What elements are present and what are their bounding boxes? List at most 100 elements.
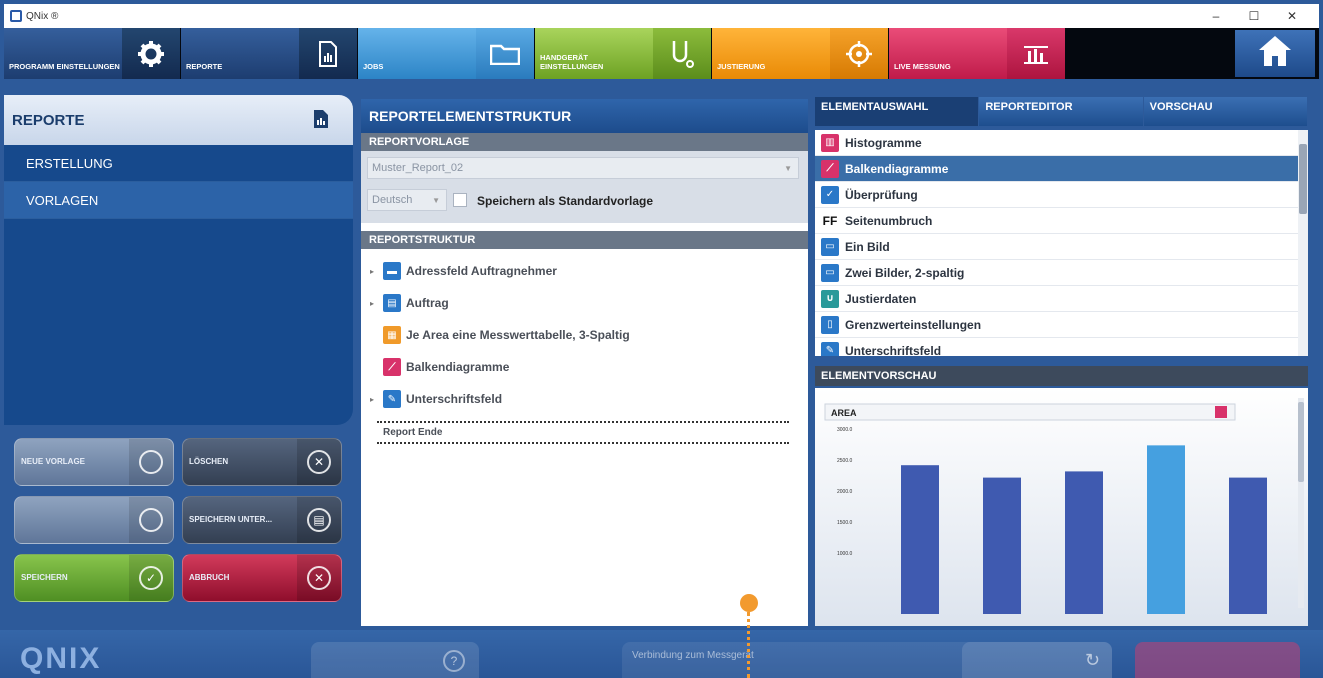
help-button[interactable]: ? [311, 642, 479, 678]
tree-item[interactable]: ▸ ▬ Adressfeld Auftragnehmer [361, 255, 808, 287]
refresh-icon: ↻ [1084, 650, 1100, 670]
circle-icon [139, 508, 163, 532]
list-item-histogramme[interactable]: ▥ Histogramme [815, 130, 1308, 156]
y-tick-label: 2000.0 [837, 489, 853, 495]
bar [1229, 477, 1267, 614]
tab-vorschau[interactable]: VORSCHAU [1143, 97, 1307, 126]
nav-tile-programm-einstellungen[interactable]: PROGRAMM EINSTELLUNGEN [4, 28, 180, 79]
folder-icon [476, 28, 534, 79]
list-item-label: Unterschriftsfeld [845, 343, 942, 357]
tree-item[interactable]: ⟋ Balkendiagramme [361, 351, 808, 383]
element-preview: AREA 3000.0 2500.0 2000.0 1500.0 1000.0 [815, 388, 1308, 626]
list-item-label: Histogramme [845, 135, 922, 150]
chevron-down-icon: ▼ [784, 163, 792, 173]
bar-chart-icon [1007, 28, 1065, 79]
tree-item[interactable]: ▸ ✎ Unterschriftsfeld [361, 383, 808, 415]
maximize-button[interactable]: ☐ [1235, 9, 1273, 23]
list-item-balkendiagramme[interactable]: ⟋ Balkendiagramme [815, 156, 1308, 182]
report-structure-panel: REPORTELEMENTSTRUKTUR REPORTVORLAGE Must… [361, 99, 808, 626]
preview-scrollbar[interactable] [1298, 398, 1304, 608]
element-list-scrollbar[interactable] [1298, 130, 1308, 356]
y-tick-label: 3000.0 [837, 427, 853, 433]
list-item-ueberpruefung[interactable]: ✓ Überprüfung [815, 182, 1308, 208]
histogram-icon: ▥ [821, 133, 839, 152]
close-button[interactable]: ✕ [1273, 9, 1311, 23]
list-item-grenzwerteinstellungen[interactable]: ▯ Grenzwerteinstellungen [815, 312, 1308, 338]
home-icon [1257, 34, 1293, 73]
loeschen-button[interactable]: LÖSCHEN ✕ [182, 438, 342, 486]
nav-tile-jobs[interactable]: JOBS [358, 28, 534, 79]
sidebar-item-vorlagen[interactable]: VORLAGEN [4, 182, 353, 219]
tree-item-label: Unterschriftsfeld [406, 392, 503, 406]
blank-button[interactable] [14, 496, 174, 544]
speichern-unter-button[interactable]: SPEICHERN UNTER... ▤ [182, 496, 342, 544]
nav-tile-label: JUSTIERUNG [717, 62, 766, 71]
list-item-label: Ein Bild [845, 239, 890, 254]
list-item-justierdaten[interactable]: ∪ Justierdaten [815, 286, 1308, 312]
template-select[interactable]: Muster_Report_02 ▼ [367, 157, 799, 179]
bar-chart: AREA 3000.0 2500.0 2000.0 1500.0 1000.0 [824, 403, 1267, 614]
disconnect-button[interactable] [1135, 642, 1300, 678]
tab-reporteditor[interactable]: REPORTEDITOR [979, 97, 1143, 126]
neue-vorlage-button[interactable]: NEUE VORLAGE [14, 438, 174, 486]
app-logo-icon [10, 10, 22, 22]
probe-icon: ∪ [821, 289, 839, 308]
qnix-logo: QNIX [20, 642, 102, 675]
button-label [15, 497, 129, 543]
report-document-icon [313, 109, 329, 133]
y-tick-label: 2500.0 [837, 458, 853, 464]
section-header-reportvorlage: REPORTVORLAGE [361, 133, 808, 151]
measurement-table-icon: ▦ [383, 326, 401, 344]
list-item-seitenumbruch[interactable]: FF Seitenumbruch [815, 208, 1308, 234]
tab-elementauswahl[interactable]: ELEMENTAUSWAHL [815, 97, 979, 126]
sidebar-item-erstellung[interactable]: ERSTELLUNG [4, 145, 353, 182]
report-document-icon [299, 28, 357, 79]
right-tabs: ELEMENTAUSWAHL REPORTEDITOR VORSCHAU [815, 97, 1308, 126]
speichern-button[interactable]: SPEICHERN ✓ [14, 554, 174, 602]
minimize-button[interactable]: – [1197, 9, 1235, 23]
tree-item-label: Je Area eine Messwerttabelle, 3-Spaltig [406, 328, 630, 342]
panel-title: REPORTELEMENTSTRUKTUR [361, 99, 808, 133]
language-select[interactable]: Deutsch ▼ [367, 189, 447, 211]
orange-marker-dot [740, 594, 758, 612]
circle-icon [139, 450, 163, 474]
tree-item[interactable]: ▸ ▤ Auftrag [361, 287, 808, 319]
divider [377, 442, 789, 444]
delete-x-icon: ✕ [307, 450, 331, 474]
refresh-connection-button[interactable]: ↻ [962, 642, 1112, 678]
list-item-unterschriftsfeld[interactable]: ✎ Unterschriftsfeld [815, 338, 1308, 356]
tree-item[interactable]: ▦ Je Area eine Messwerttabelle, 3-Spalti… [361, 319, 808, 351]
check-icon: ✓ [821, 185, 839, 204]
list-item-label: Zwei Bilder, 2-spaltig [845, 265, 965, 280]
cancel-x-icon: ✕ [307, 566, 331, 590]
left-panel-header: REPORTE [4, 95, 353, 145]
expand-arrow-icon[interactable]: ▸ [365, 395, 379, 404]
nav-tile-live-messung[interactable]: LIVE MESSUNG [889, 28, 1065, 79]
list-item-ein-bild[interactable]: ▭ Ein Bild [815, 234, 1308, 260]
list-item-zwei-bilder[interactable]: ▭ Zwei Bilder, 2-spaltig [815, 260, 1308, 286]
checkmark-icon: ✓ [139, 566, 163, 590]
section-header-reportstruktur: REPORTSTRUKTUR [361, 231, 808, 249]
language-select-value: Deutsch [372, 194, 413, 206]
element-list: ▥ Histogramme ⟋ Balkendiagramme ✓ Überpr… [815, 130, 1308, 356]
top-navigation: PROGRAMM EINSTELLUNGEN REPORTE JOBS HAND… [4, 28, 1319, 79]
expand-arrow-icon[interactable]: ▸ [365, 267, 379, 276]
address-field-icon: ▬ [383, 262, 401, 280]
abbruch-button[interactable]: ABBRUCH ✕ [182, 554, 342, 602]
nav-tile-label: REPORTE [186, 62, 223, 71]
connection-status: Verbindung zum Messgerät ↻ [622, 642, 1112, 678]
home-button[interactable] [1235, 30, 1315, 77]
left-panel-title: REPORTE [12, 111, 85, 129]
nav-tile-label: PROGRAMM EINSTELLUNGEN [9, 62, 120, 71]
default-template-checkbox[interactable] [453, 193, 467, 207]
nav-tile-label: JOBS [363, 62, 384, 71]
crosshair-icon [830, 28, 888, 79]
nav-tile-handgeraet-einstellungen[interactable]: HANDGERÄT EINSTELLUNGEN [535, 28, 711, 79]
expand-arrow-icon[interactable]: ▸ [365, 299, 379, 308]
list-item-label: Justierdaten [845, 291, 917, 306]
image-icon: ▭ [821, 237, 839, 256]
nav-tile-justierung[interactable]: JUSTIERUNG [712, 28, 888, 79]
bar [901, 465, 939, 614]
nav-tile-reporte[interactable]: REPORTE [181, 28, 357, 79]
window-title: QNix ® [26, 10, 59, 22]
